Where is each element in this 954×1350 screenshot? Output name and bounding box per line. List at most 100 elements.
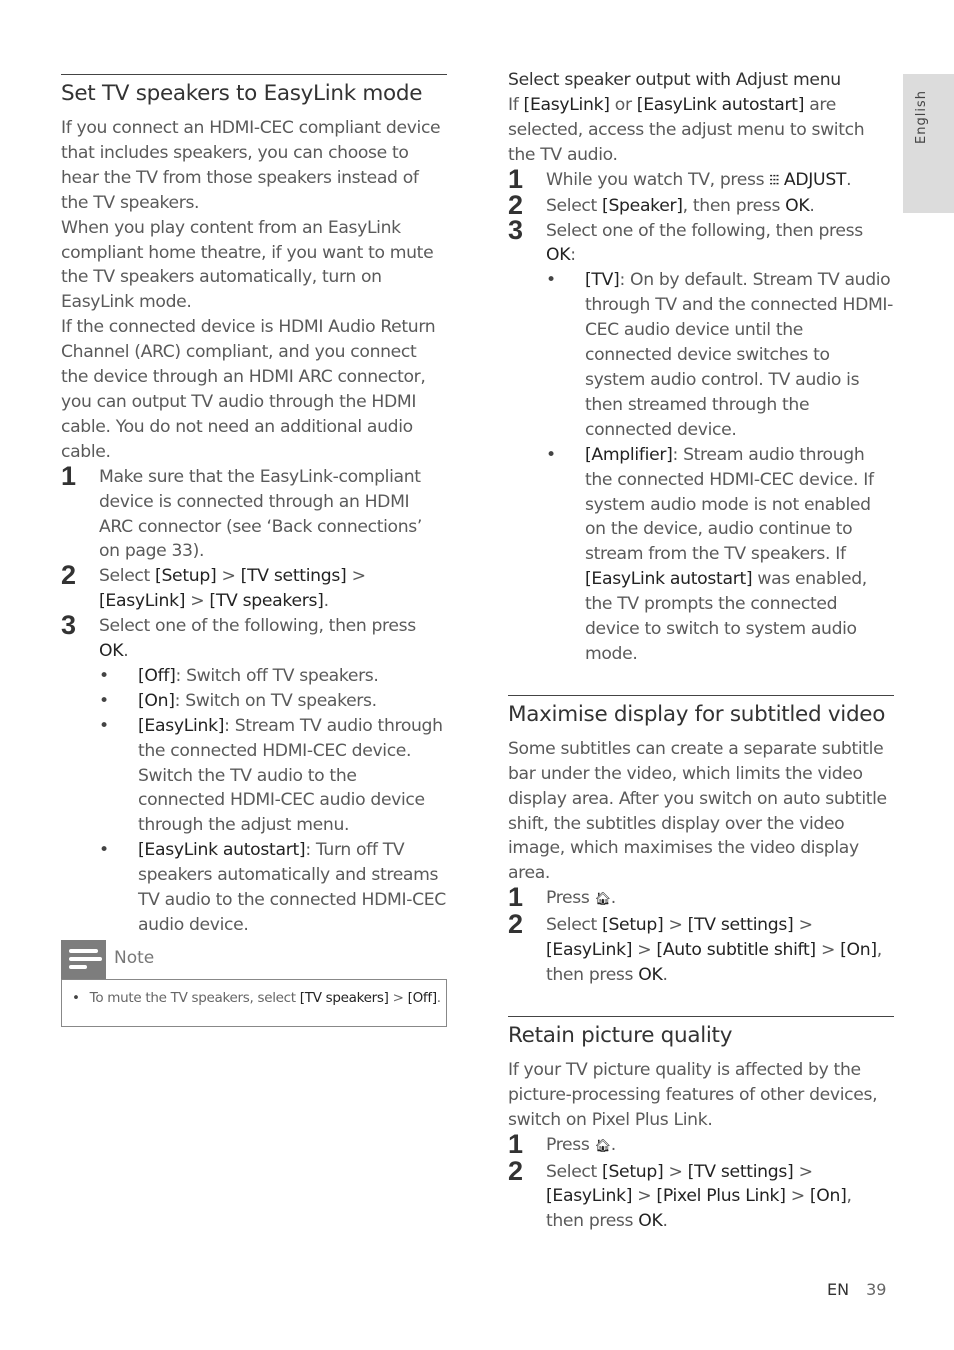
option-label: [EasyLink autostart] [585, 569, 753, 590]
step-text: While you watch TV, press [546, 169, 770, 190]
step-text: Press [546, 1134, 595, 1155]
step-text: Select one of the following, then press [99, 616, 416, 637]
key-ok: OK [638, 965, 663, 985]
menu-path-setup: [Setup] [602, 1161, 664, 1182]
step-2: 2 Select [Setup] > [TV settings] > [Easy… [61, 560, 447, 614]
step-text: Select [546, 195, 603, 216]
punctuation: : [570, 245, 576, 266]
step-3: 3 Select one of the following, then pres… [508, 215, 894, 667]
option-label: [On] [138, 690, 175, 711]
menu-path-on: [On] [809, 1186, 847, 1207]
page-footer: EN 39 [827, 1280, 886, 1299]
language-label: English [914, 90, 929, 144]
option-speaker: [Speaker] [602, 195, 683, 216]
punctuation: . [809, 195, 815, 216]
key-ok: OK [546, 245, 571, 266]
option-label: [TV] [585, 270, 620, 291]
language-tab: English [903, 74, 954, 213]
separator: > [663, 915, 688, 936]
option-label: [EasyLink autostart] [138, 840, 306, 861]
option-text: : Switch off TV speakers. [175, 665, 379, 686]
punctuation: . [610, 1134, 616, 1155]
option-list: [Off]: Switch off TV speakers. [On]: Swi… [99, 664, 447, 938]
paragraph: If the connected device is HDMI Audio Re… [61, 317, 436, 462]
step-text: Select [546, 1161, 603, 1182]
separator: > [216, 566, 241, 587]
key-ok: OK [638, 1211, 663, 1232]
menu-path-setup: [Setup] [155, 566, 217, 587]
menu-path-on: [On] [840, 940, 877, 961]
menu-path-pixel-plus-link: [Pixel Plus Link] [656, 1186, 786, 1207]
menu-path-easylink: [EasyLink] [546, 1186, 633, 1207]
home-icon: 🏠︎ [594, 1138, 612, 1154]
section-title: Maximise display for subtitled video [508, 694, 894, 728]
step-number: 3 [508, 214, 523, 245]
left-column: Set TV speakers to EasyLink mode If you … [61, 74, 447, 938]
separator: > [793, 915, 813, 936]
section-subtitled-video: Maximise display for subtitled video Som… [508, 694, 894, 988]
option-label: [Off] [138, 665, 176, 686]
menu-path-auto-subtitle-shift: [Auto subtitle shift] [656, 940, 816, 961]
menu-path-setup: [Setup] [602, 915, 664, 936]
step-text: Press [546, 888, 595, 909]
option-item: [Off]: Switch off TV speakers. [99, 664, 447, 689]
note-body: • To mute the TV speakers, select [TV spe… [61, 979, 447, 1027]
option-label: [EasyLink] [138, 715, 225, 736]
step-number: 3 [61, 610, 76, 641]
step-3: 3 Select one of the following, then pres… [61, 610, 447, 938]
option-item: [EasyLink autostart]: Turn off TV speake… [99, 838, 447, 938]
separator: > [815, 940, 841, 961]
section-retain-picture-quality: Retain picture quality If your TV pictur… [508, 1015, 894, 1235]
key-ok: OK [785, 195, 810, 216]
step-2: 2 Select [Setup] > [TV settings] > [Easy… [508, 1156, 894, 1235]
option-item: [TV]: On by default. Stream TV audio thr… [546, 268, 894, 442]
punctuation: . [662, 1211, 668, 1232]
punctuation: . [436, 990, 441, 1006]
step-text: Make sure that the EasyLink-compliant de… [99, 466, 422, 562]
section-title-easylink-mode: Set TV speakers to EasyLink mode [61, 74, 447, 107]
paragraph: If you connect an HDMI-CEC compliant dev… [61, 118, 441, 213]
step-number: 1 [508, 1128, 523, 1159]
paragraph: Some subtitles can create a separate sub… [508, 738, 887, 884]
paragraph: If [EasyLink] or [EasyLink autostart] ar… [508, 93, 894, 168]
option-text: : On by default. Stream TV audio through… [585, 270, 894, 440]
note-label: Note [114, 948, 155, 968]
option-easylink: [EasyLink] [523, 95, 610, 115]
note-box: Note • To mute the TV speakers, select [T… [61, 940, 447, 1027]
text: If [508, 95, 524, 115]
note-icon [61, 940, 106, 979]
step-1: 1 While you watch TV, press ⫶⫶⫶ ADJUST. [508, 164, 894, 194]
separator: > [185, 591, 210, 612]
separator: > [793, 1161, 813, 1182]
note-header: Note [61, 940, 447, 979]
footer-language: EN [827, 1280, 850, 1299]
section-adjust-menu: Select speaker output with Adjust menu I… [508, 68, 894, 667]
separator: > [388, 990, 408, 1006]
section-title: Retain picture quality [508, 1015, 894, 1049]
bullet: • [72, 990, 80, 1006]
separator: > [632, 940, 657, 961]
step-text: Select [99, 566, 156, 587]
right-column: Select speaker output with Adjust menu I… [508, 68, 894, 1234]
menu-path-tv-settings: [TV settings] [687, 915, 794, 936]
subsection-title: Select speaker output with Adjust menu [508, 70, 841, 90]
step-number: 2 [61, 560, 76, 591]
option-text: : Switch on TV speakers. [174, 690, 377, 711]
step-2: 2 Select [Speaker], then press OK. [508, 190, 894, 220]
menu-path-tv-speakers: [TV speakers] [299, 990, 389, 1006]
step-2: 2 Select [Setup] > [TV settings] > [Easy… [508, 909, 894, 988]
step-1: 1 Press 🏠︎. [508, 1129, 894, 1160]
option-item: [On]: Switch on TV speakers. [99, 689, 447, 714]
option-label: [Amplifier] [585, 444, 673, 465]
text: , then press [682, 195, 786, 216]
step-1: 1 Make sure that the EasyLink-compliant … [61, 461, 447, 565]
adjust-icon: ⫶⫶⫶ [769, 172, 779, 189]
separator: > [785, 1186, 810, 1207]
option-item: [Amplifier]: Stream audio through the co… [546, 443, 894, 667]
text: or [609, 95, 637, 115]
menu-path-easylink: [EasyLink] [99, 591, 186, 612]
option-item: [EasyLink]: Stream TV audio through the … [99, 714, 447, 839]
step-number: 1 [508, 882, 523, 913]
key-adjust: ADJUST [783, 169, 847, 190]
step-number: 1 [61, 460, 76, 491]
